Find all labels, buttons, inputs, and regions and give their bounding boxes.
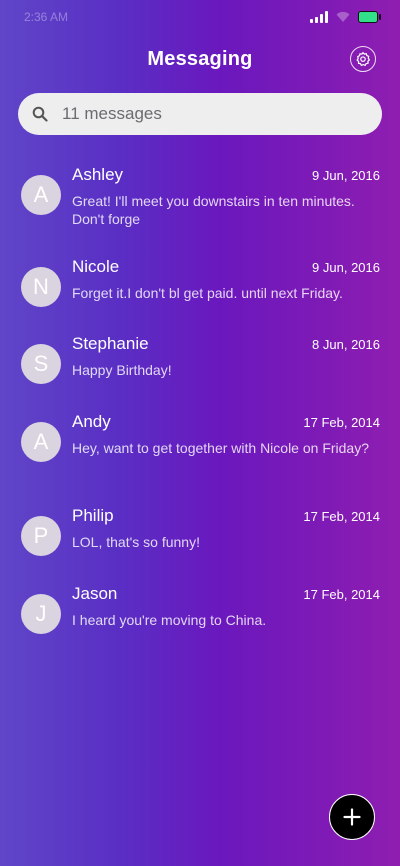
message-item[interactable]: J Jason 17 Feb, 2014 I heard you're movi…: [0, 576, 400, 654]
battery-icon: [358, 11, 381, 23]
message-date: 9 Jun, 2016: [312, 260, 380, 275]
message-preview: Great! I'll meet you downstairs in ten m…: [72, 193, 355, 227]
avatar: A: [21, 422, 61, 462]
message-item[interactable]: N Nicole 9 Jun, 2016 Forget it.I don't b…: [0, 249, 400, 326]
page-title: Messaging: [147, 48, 253, 70]
message-preview: I heard you're moving to China.: [72, 612, 267, 628]
message-date: 9 Jun, 2016: [312, 168, 380, 183]
message-date: 8 Jun, 2016: [312, 337, 380, 352]
plus-icon: [343, 808, 361, 826]
message-preview: Happy Birthday!: [72, 362, 172, 378]
app-header: Messaging: [0, 40, 400, 80]
signal-icon: [310, 11, 328, 23]
search-input[interactable]: [60, 103, 354, 125]
message-item[interactable]: P Philip 17 Feb, 2014 LOL, that's so fun…: [0, 498, 400, 576]
compose-button[interactable]: [329, 794, 375, 840]
message-date: 17 Feb, 2014: [303, 587, 380, 602]
gear-icon: [356, 51, 371, 67]
status-bar: 2:36 AM: [0, 0, 400, 36]
status-icons: [310, 11, 381, 23]
search-bar[interactable]: [18, 93, 382, 135]
contact-name: Nicole: [72, 257, 120, 276]
message-item[interactable]: A Ashley 9 Jun, 2016 Great! I'll meet yo…: [0, 157, 400, 249]
contact-name: Philip: [72, 506, 114, 525]
message-preview: Forget it.I don't bl get paid. until nex…: [72, 285, 343, 301]
contact-name: Ashley: [72, 165, 124, 184]
search-icon: [32, 106, 48, 122]
avatar: P: [21, 516, 61, 556]
contact-name: Stephanie: [72, 334, 149, 353]
message-list: A Ashley 9 Jun, 2016 Great! I'll meet yo…: [0, 157, 400, 654]
message-preview: LOL, that's so funny!: [72, 534, 200, 550]
message-date: 17 Feb, 2014: [303, 509, 380, 524]
message-item[interactable]: A Andy 17 Feb, 2014 Hey, want to get tog…: [0, 404, 400, 498]
wifi-icon: [336, 11, 350, 22]
message-preview: Hey, want to get together with Nicole on…: [72, 440, 370, 456]
message-item[interactable]: S Stephanie 8 Jun, 2016 Happy Birthday!: [0, 326, 400, 404]
settings-button[interactable]: [350, 46, 376, 72]
avatar: J: [21, 594, 61, 634]
avatar: N: [21, 267, 61, 307]
status-time: 2:36 AM: [24, 10, 69, 24]
contact-name: Andy: [72, 412, 111, 431]
contact-name: Jason: [72, 584, 118, 603]
message-date: 17 Feb, 2014: [303, 415, 380, 430]
avatar: S: [21, 344, 61, 384]
avatar: A: [21, 175, 61, 215]
